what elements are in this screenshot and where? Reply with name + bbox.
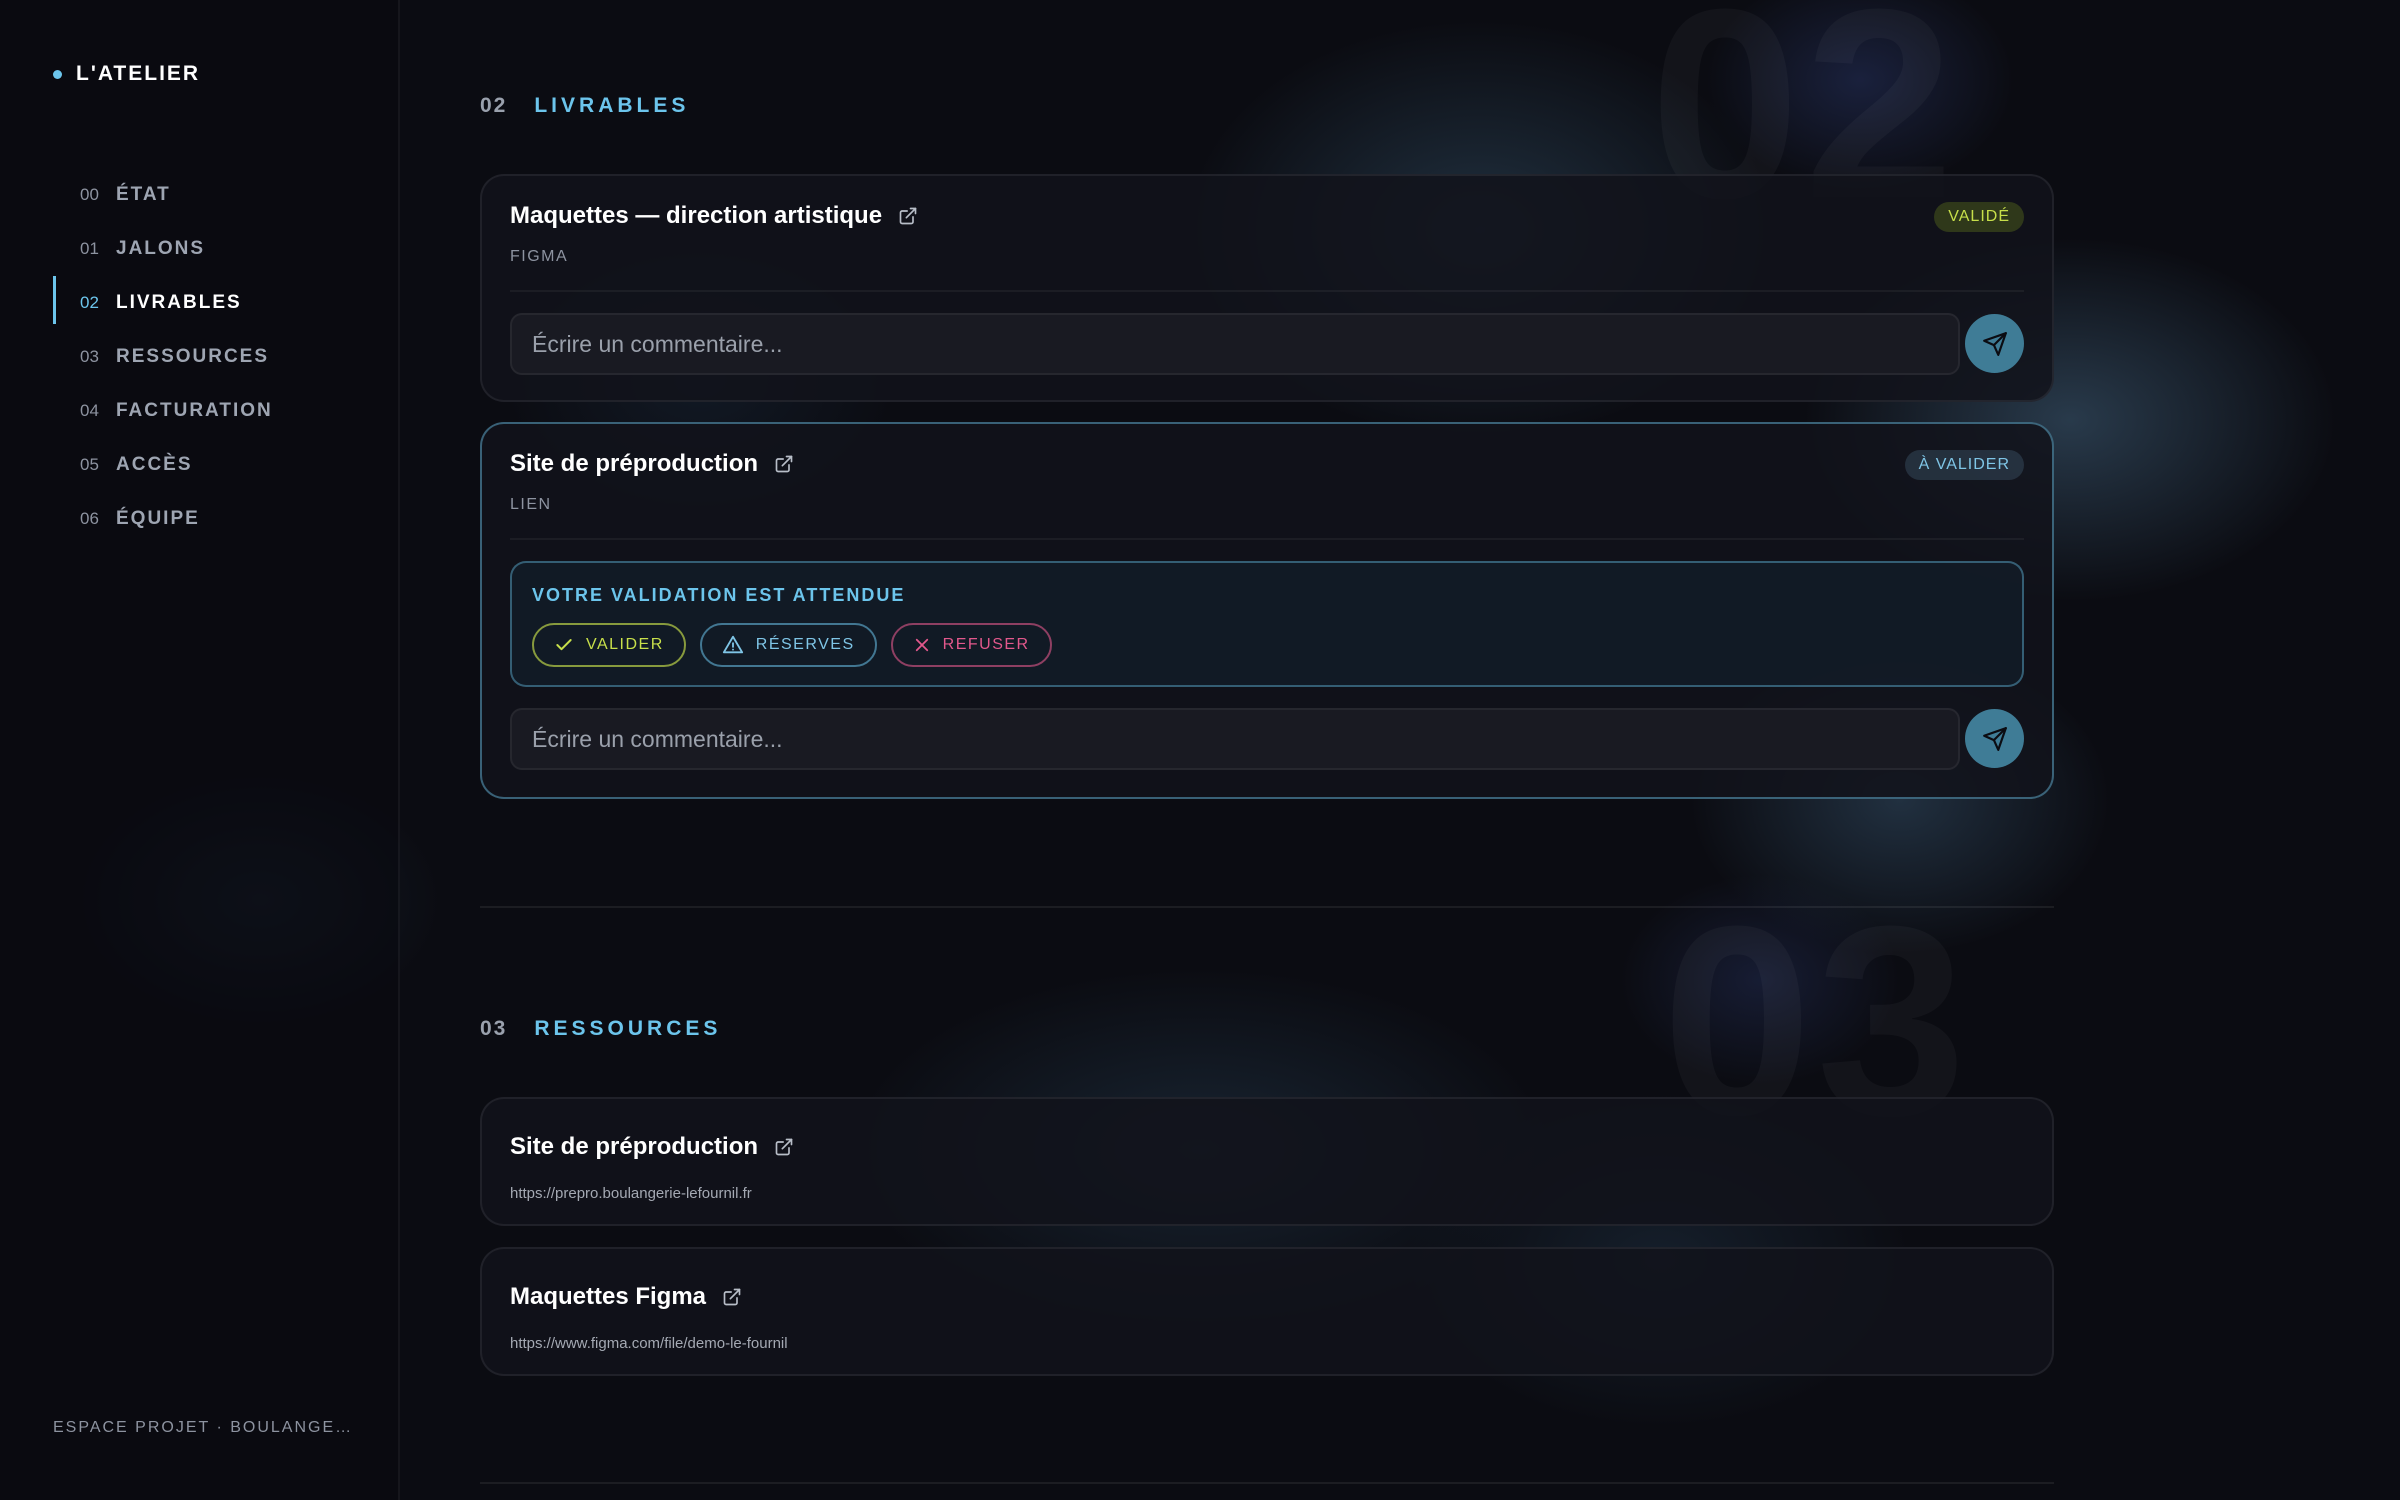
main-content: 02 03 02 LIVRABLES Maquettes — direction…	[480, 0, 2054, 1500]
status-badge: VALIDÉ	[1934, 202, 2024, 232]
deliverable-title-row[interactable]: Site de préproduction	[510, 450, 794, 478]
status-badge: À VALIDER	[1904, 450, 2024, 480]
section-heading-ressources: 03 RESSOURCES	[480, 1017, 721, 1041]
deliverable-type: FIGMA	[510, 248, 569, 265]
send-comment-button[interactable]	[1965, 709, 2024, 768]
warning-icon	[722, 635, 743, 654]
section-title: RESSOURCES	[534, 1017, 722, 1040]
resource-url: https://prepro.boulangerie-lefournil.fr	[510, 1185, 752, 1202]
refuse-button[interactable]: REFUSER	[890, 623, 1052, 667]
resource-title: Maquettes Figma	[510, 1283, 707, 1310]
nav-item-number: 00	[80, 185, 99, 204]
brand-dot-icon	[53, 69, 62, 79]
resource-card[interactable]: Maquettes Figma https://www.figma.com/fi…	[480, 1247, 2054, 1376]
sidebar-footer: ESPACE PROJET · BOULANGE…	[53, 1419, 354, 1436]
validation-actions: VALIDER RÉSERVES REFUSER	[532, 623, 1052, 667]
external-link-icon[interactable]	[774, 1137, 794, 1157]
reservations-button[interactable]: RÉSERVES	[699, 623, 877, 667]
nav-item-label: ÉTAT	[116, 184, 171, 205]
nav-item-ressources[interactable]: 03 RESSOURCES	[53, 330, 398, 384]
nav-item-number: 06	[80, 509, 99, 528]
validate-button[interactable]: VALIDER	[532, 623, 686, 667]
nav-item-number: 05	[80, 455, 99, 474]
nav-item-number: 02	[80, 293, 99, 312]
external-link-icon[interactable]	[774, 454, 794, 474]
nav-item-label: RESSOURCES	[116, 346, 270, 367]
comment-row	[510, 687, 2024, 779]
section-number: 03	[480, 1017, 508, 1040]
deliverable-type: LIEN	[510, 496, 552, 513]
nav-item-etat[interactable]: 00 ÉTAT	[53, 168, 398, 222]
section-divider	[480, 906, 2054, 908]
validation-title: VOTRE VALIDATION EST ATTENDUE	[532, 585, 906, 605]
check-icon	[556, 639, 572, 651]
nav-item-number: 01	[80, 239, 99, 258]
section-number: 02	[480, 94, 508, 117]
resource-card[interactable]: Site de préproduction https://prepro.bou…	[480, 1097, 2054, 1226]
resource-title-row: Maquettes Figma	[510, 1283, 742, 1311]
validate-label: VALIDER	[586, 636, 664, 653]
resource-title: Site de préproduction	[510, 1133, 759, 1160]
validation-request: VOTRE VALIDATION EST ATTENDUE VALIDER RÉ…	[510, 561, 2024, 687]
sidebar-nav: 00 ÉTAT 01 JALONS 02 LIVRABLES 03 RESSOU…	[53, 168, 398, 546]
nav-item-number: 04	[80, 401, 99, 420]
comment-input[interactable]	[510, 708, 1960, 770]
send-comment-button[interactable]	[1965, 314, 2024, 373]
deliverable-header: Site de préproduction LIEN À VALIDER	[510, 424, 2024, 540]
nav-item-equipe[interactable]: 06 ÉQUIPE	[53, 492, 398, 546]
resource-title-row: Site de préproduction	[510, 1133, 794, 1161]
send-icon	[1982, 726, 2007, 751]
close-icon	[915, 638, 928, 652]
nav-item-livrables[interactable]: 02 LIVRABLES	[53, 276, 398, 330]
nav-item-label: JALONS	[116, 238, 206, 259]
external-link-icon[interactable]	[898, 206, 918, 226]
section-divider	[480, 1482, 2054, 1484]
nav-item-number: 03	[80, 347, 99, 366]
reservations-label: RÉSERVES	[755, 636, 855, 653]
resource-url: https://www.figma.com/file/demo-le-fourn…	[510, 1335, 788, 1352]
section-title: LIVRABLES	[534, 94, 690, 117]
nav-item-facturation[interactable]: 04 FACTURATION	[53, 384, 398, 438]
comment-input[interactable]	[510, 313, 1960, 375]
deliverable-title: Maquettes — direction artistique	[510, 202, 883, 229]
nav-item-acces[interactable]: 05 ACCÈS	[53, 438, 398, 492]
external-link-icon[interactable]	[722, 1287, 742, 1307]
deliverable-card: Site de préproduction LIEN À VALIDER VOT…	[480, 422, 2054, 799]
refuse-label: REFUSER	[942, 636, 1030, 653]
nav-item-label: ÉQUIPE	[116, 508, 200, 529]
brand[interactable]: L'ATELIER	[53, 62, 200, 86]
comment-row	[510, 292, 2024, 384]
deliverable-card: Maquettes — direction artistique FIGMA V…	[480, 174, 2054, 402]
deliverable-title: Site de préproduction	[510, 450, 759, 477]
deliverable-title-row[interactable]: Maquettes — direction artistique	[510, 202, 918, 230]
brand-name: L'ATELIER	[76, 62, 201, 85]
nav-item-jalons[interactable]: 01 JALONS	[53, 222, 398, 276]
send-icon	[1982, 331, 2007, 356]
nav-item-label: LIVRABLES	[116, 292, 242, 313]
deliverable-header: Maquettes — direction artistique FIGMA V…	[510, 176, 2024, 292]
nav-item-label: ACCÈS	[116, 454, 193, 475]
nav-item-label: FACTURATION	[116, 400, 273, 421]
sidebar: L'ATELIER 00 ÉTAT 01 JALONS 02 LIVRABLES…	[0, 0, 400, 1500]
section-heading-livrables: 02 LIVRABLES	[480, 94, 689, 118]
